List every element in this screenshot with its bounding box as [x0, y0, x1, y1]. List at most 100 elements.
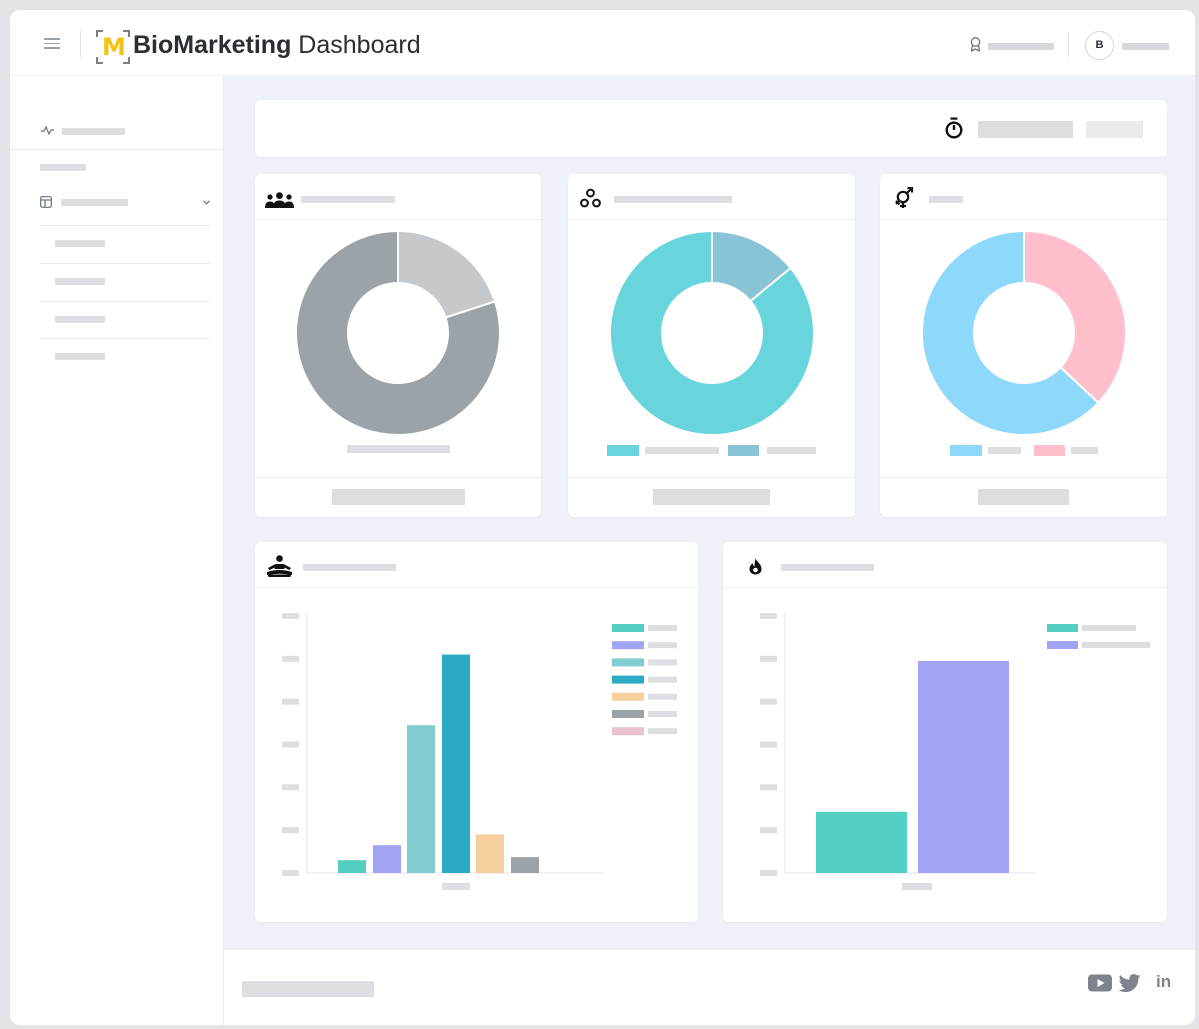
legend-label [767, 447, 816, 454]
y-tick-label [282, 741, 299, 748]
y-tick-label [760, 741, 777, 748]
twitter-icon[interactable] [1118, 974, 1141, 993]
user-name-placeholder[interactable] [988, 43, 1054, 50]
card-header [255, 174, 541, 220]
y-tick-label [282, 827, 299, 834]
y-tick-label [282, 698, 299, 705]
app-window: M BioMarketing Dashboard B in [10, 10, 1195, 1025]
y-tick-label [282, 613, 299, 619]
bar[interactable] [511, 857, 539, 873]
x-tick-label [902, 883, 932, 890]
divider [568, 477, 855, 478]
donut-slice[interactable] [397, 230, 497, 319]
legend-label [1082, 625, 1136, 631]
legend-label [648, 728, 677, 735]
logo-letter: M [102, 33, 126, 61]
donut-slice[interactable] [1023, 230, 1127, 405]
card-title [614, 196, 732, 203]
y-tick-label [760, 613, 777, 619]
y-tick-label [760, 655, 777, 662]
period-apply-button[interactable] [1086, 121, 1143, 138]
bar[interactable] [476, 834, 504, 873]
divider [255, 477, 541, 478]
y-tick-label [760, 784, 777, 791]
sidebar-group-label [61, 199, 128, 206]
donut-card-gender [880, 174, 1167, 517]
bar-chart [760, 612, 1150, 890]
card-title [929, 196, 963, 203]
bar[interactable] [816, 811, 907, 873]
chart-legend [607, 445, 837, 457]
circles-icon [580, 188, 601, 208]
avatar[interactable]: B [1085, 31, 1114, 60]
fire-icon [749, 558, 762, 575]
linkedin-icon[interactable]: in [1156, 972, 1171, 992]
donut-chart [295, 230, 501, 436]
divider [1068, 32, 1069, 57]
bar[interactable] [442, 654, 470, 873]
divider [880, 477, 1167, 478]
bar[interactable] [338, 860, 366, 873]
avatar-name-placeholder[interactable] [1122, 43, 1169, 50]
chart-legend [950, 445, 1110, 457]
sidebar-subitem-label [55, 316, 105, 323]
period-select[interactable] [978, 121, 1073, 138]
sidebar [10, 76, 224, 1025]
donut-chart [609, 230, 815, 436]
activity-icon [41, 126, 54, 135]
legend-swatch [950, 445, 982, 456]
y-tick-label [282, 870, 299, 876]
bar[interactable] [918, 660, 1009, 873]
legend-swatch [728, 445, 759, 456]
y-tick-label [760, 870, 777, 876]
legend-swatch [612, 692, 644, 701]
legend-swatch [607, 445, 639, 456]
layout-icon [40, 196, 52, 208]
legend-label [648, 642, 677, 649]
legend-label [648, 711, 677, 717]
sidebar-group-layout[interactable] [10, 186, 224, 214]
youtube-icon[interactable] [1088, 974, 1112, 992]
app-title: BioMarketing Dashboard [133, 29, 421, 61]
sidebar-subitem[interactable] [10, 339, 224, 375]
sidebar-subitem-label [55, 240, 105, 247]
sidebar-item-activity[interactable] [10, 104, 224, 146]
card-footer-value [978, 489, 1069, 505]
x-tick-label [442, 883, 470, 890]
bar-chart [282, 612, 677, 890]
legend-label [988, 447, 1021, 454]
card-title [781, 564, 874, 571]
footer: in [224, 950, 1195, 1025]
sidebar-subitem-label [55, 278, 105, 285]
bar-card-activities [255, 542, 698, 922]
meditation-icon [267, 555, 292, 577]
period-bar [255, 100, 1167, 157]
legend-swatch [1047, 624, 1078, 632]
bar[interactable] [407, 725, 435, 873]
card-header [255, 542, 698, 588]
legend-label [645, 447, 719, 454]
divider [80, 30, 81, 58]
award-icon[interactable] [969, 37, 982, 52]
sidebar-item-label [62, 128, 125, 135]
sidebar-subitem[interactable] [10, 226, 224, 262]
legend-label [648, 676, 677, 683]
card-footer-value [332, 489, 465, 505]
legend-label [648, 625, 677, 631]
card-footer-value [653, 489, 770, 505]
hamburger-icon[interactable] [44, 38, 60, 49]
divider [10, 149, 224, 150]
stopwatch-icon[interactable] [945, 117, 963, 139]
legend-swatch [612, 641, 644, 650]
donut-card-segments [568, 174, 855, 517]
card-header [880, 174, 1167, 220]
legend-label [1082, 642, 1150, 648]
sidebar-subitem[interactable] [10, 302, 224, 338]
logo: M [96, 30, 130, 64]
legend-swatch [612, 710, 644, 718]
legend-swatch [612, 624, 644, 632]
legend-label [648, 693, 677, 700]
sidebar-subitem[interactable] [10, 264, 224, 300]
legend-swatch [612, 675, 644, 684]
bar[interactable] [373, 845, 401, 873]
